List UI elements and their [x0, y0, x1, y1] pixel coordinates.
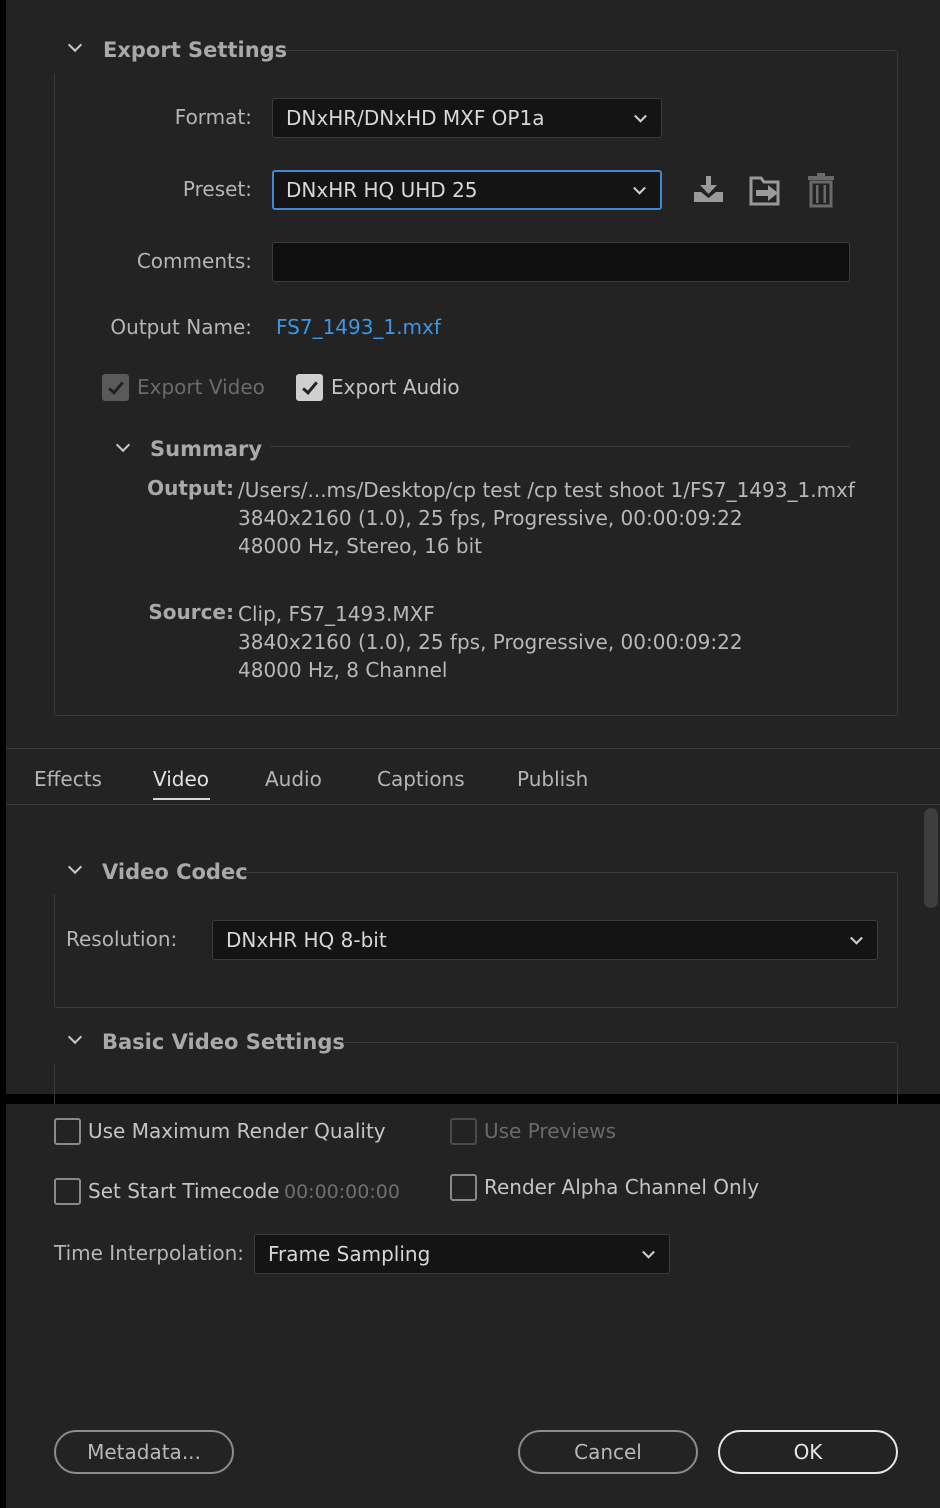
ok-button[interactable]: OK [718, 1430, 898, 1474]
max-render-quality-label: Use Maximum Render Quality [88, 1119, 386, 1143]
summary-output-lines: /Users/...ms/Desktop/cp test /cp test sh… [238, 476, 855, 560]
summary-source-lines: Clip, FS7_1493.MXF 3840x2160 (1.0), 25 f… [238, 600, 743, 684]
summary-title: Summary [150, 437, 263, 461]
preset-label: Preset: [182, 177, 252, 201]
tab-video[interactable]: Video [153, 767, 209, 791]
start-timecode-field[interactable]: 00:00:00:00 [284, 1181, 400, 1203]
export-settings-dialog: Export Settings Format: DNxHR/DNxHD MXF … [0, 0, 940, 1508]
save-preset-icon[interactable] [692, 174, 726, 206]
comments-input[interactable] [272, 242, 850, 282]
tab-effects[interactable]: Effects [34, 767, 102, 791]
use-previews-checkbox[interactable] [450, 1118, 477, 1145]
export-settings-panel: Export Settings Format: DNxHR/DNxHD MXF … [6, 0, 940, 1112]
preset-value: DNxHR HQ UHD 25 [286, 178, 478, 202]
export-settings-title: Export Settings [103, 38, 288, 62]
tab-publish[interactable]: Publish [517, 767, 588, 791]
resolution-value: DNxHR HQ 8-bit [226, 928, 387, 952]
format-dropdown[interactable]: DNxHR/DNxHD MXF OP1a [272, 98, 662, 138]
checkmark-icon [302, 378, 318, 395]
summary-source-line: 48000 Hz, 8 Channel [238, 658, 448, 682]
tab-audio[interactable]: Audio [265, 767, 322, 791]
output-name-link[interactable]: FS7_1493_1.mxf [276, 315, 441, 339]
active-tab-indicator [153, 798, 210, 800]
tabs-top-border [6, 748, 940, 749]
metadata-button[interactable]: Metadata... [54, 1430, 234, 1474]
chevron-down-icon [850, 931, 863, 945]
preset-dropdown[interactable]: DNxHR HQ UHD 25 [272, 170, 662, 210]
summary-output-line: 3840x2160 (1.0), 25 fps, Progressive, 00… [238, 506, 743, 530]
summary-source-key: Source: [148, 600, 234, 624]
summary-output-line: /Users/...ms/Desktop/cp test /cp test sh… [238, 478, 855, 502]
resolution-label: Resolution: [66, 927, 178, 951]
chevron-down-icon [634, 109, 647, 123]
summary-source-line: 3840x2160 (1.0), 25 fps, Progressive, 00… [238, 630, 743, 654]
format-value: DNxHR/DNxHD MXF OP1a [286, 106, 545, 130]
scrollbar-thumb[interactable] [924, 808, 938, 908]
use-previews-label: Use Previews [484, 1119, 616, 1143]
render-alpha-checkbox[interactable] [450, 1174, 477, 1201]
summary-source-line: Clip, FS7_1493.MXF [238, 602, 435, 626]
cancel-button[interactable]: Cancel [518, 1430, 698, 1474]
set-start-timecode-label: Set Start Timecode [88, 1179, 280, 1203]
set-start-timecode-checkbox[interactable] [54, 1178, 81, 1205]
checkmark-icon [108, 378, 124, 395]
basic-video-settings-title: Basic Video Settings [102, 1030, 345, 1054]
comments-label: Comments: [136, 249, 252, 273]
export-video-label: Export Video [137, 375, 265, 399]
video-codec-title: Video Codec [102, 860, 248, 884]
tab-captions[interactable]: Captions [377, 767, 465, 791]
import-preset-icon[interactable] [748, 174, 784, 208]
max-render-quality-checkbox[interactable] [54, 1118, 81, 1145]
tabs-bottom-border [6, 804, 940, 805]
output-name-label: Output Name: [110, 315, 252, 339]
chevron-down-icon [633, 181, 646, 195]
summary-output-line: 48000 Hz, Stereo, 16 bit [238, 534, 483, 558]
export-audio-checkbox[interactable] [296, 374, 323, 401]
delete-preset-icon[interactable] [806, 172, 836, 208]
render-alpha-label: Render Alpha Channel Only [484, 1175, 760, 1199]
export-video-checkbox[interactable] [102, 374, 129, 401]
export-audio-label: Export Audio [331, 375, 460, 399]
render-options-panel: Use Maximum Render Quality Use Previews … [6, 1104, 940, 1508]
format-label: Format: [174, 105, 252, 129]
resolution-dropdown[interactable]: DNxHR HQ 8-bit [212, 920, 878, 960]
summary-output-key: Output: [147, 476, 234, 500]
time-interpolation-value: Frame Sampling [268, 1242, 431, 1266]
summary-divider [270, 446, 850, 447]
time-interpolation-dropdown[interactable]: Frame Sampling [254, 1234, 670, 1274]
time-interpolation-label: Time Interpolation: [54, 1241, 245, 1265]
chevron-down-icon [642, 1245, 655, 1259]
